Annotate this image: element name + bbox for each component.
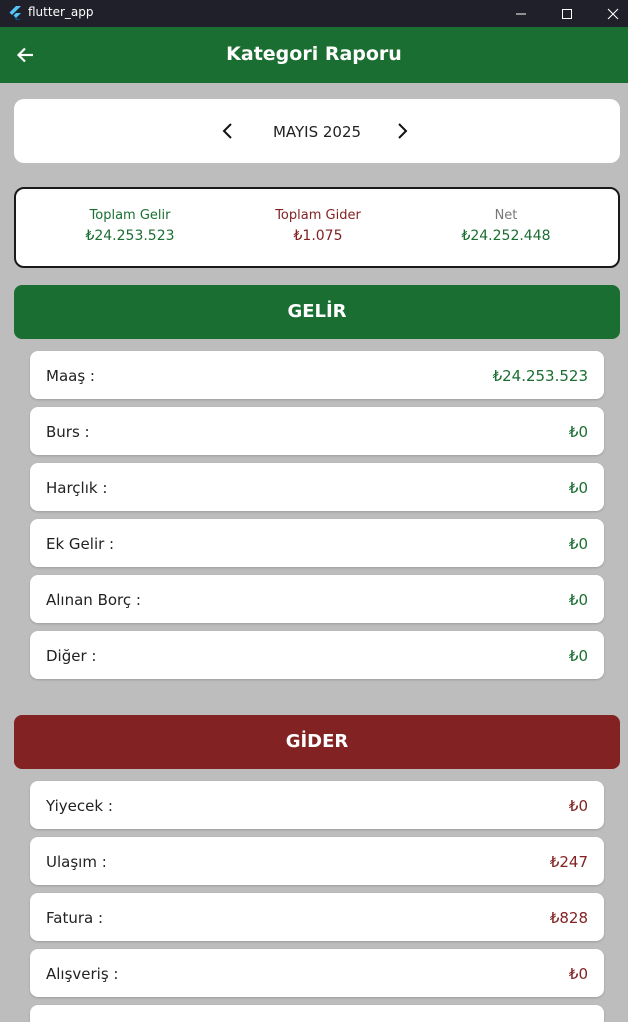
category-label: Alışveriş : (46, 965, 119, 983)
minimize-icon (516, 13, 526, 14)
category-value: ₺0 (568, 423, 588, 441)
category-label: Fatura : (46, 909, 104, 927)
maximize-button[interactable] (544, 0, 590, 27)
window-titlebar: flutter_app (0, 0, 628, 27)
total-expense-value: ₺1.075 (293, 228, 343, 244)
category-label: Alınan Borç : (46, 591, 141, 609)
expense-section-header[interactable]: GİDER (14, 715, 620, 769)
close-icon (607, 8, 619, 19)
category-label: Ek Gelir : (46, 535, 115, 553)
income-row-borrowed[interactable]: Alınan Borç : ₺0 (30, 575, 604, 623)
income-section-header[interactable]: GELİR (14, 285, 620, 339)
category-value: ₺0 (568, 479, 588, 497)
month-label: MAYIS 2025 (272, 123, 362, 141)
flutter-icon (9, 6, 21, 20)
net-value: ₺24.252.448 (461, 228, 551, 244)
total-income-label: Toplam Gelir (89, 208, 171, 223)
category-value: ₺0 (568, 647, 588, 665)
income-row-allowance[interactable]: Harçlık : ₺0 (30, 463, 604, 511)
close-button[interactable] (590, 0, 628, 27)
expense-row-food[interactable]: Yiyecek : ₺0 (30, 781, 604, 829)
category-value: ₺828 (549, 909, 588, 927)
category-value: ₺24.253.523 (492, 367, 588, 385)
category-value: ₺0 (568, 965, 588, 983)
category-label: Yiyecek : (46, 797, 113, 815)
category-value: ₺0 (568, 797, 588, 815)
total-income-value: ₺24.253.523 (85, 228, 175, 244)
maximize-icon (562, 8, 572, 19)
category-value: ₺247 (549, 853, 588, 871)
total-expense: Toplam Gider ₺1.075 (228, 208, 408, 244)
category-label: Ulaşım : (46, 853, 107, 871)
next-month-button[interactable] (388, 117, 416, 145)
category-label: Diğer : (46, 647, 97, 665)
income-row-other[interactable]: Diğer : ₺0 (30, 631, 604, 679)
income-row-salary[interactable]: Maaş : ₺24.253.523 (30, 351, 604, 399)
minimize-button[interactable] (498, 0, 544, 27)
income-row-scholarship[interactable]: Burs : ₺0 (30, 407, 604, 455)
chevron-right-icon (398, 123, 408, 139)
category-label: Harçlık : (46, 479, 108, 497)
total-expense-label: Toplam Gider (275, 208, 361, 223)
page-title: Kategori Raporu (226, 43, 402, 65)
summary-card: Toplam Gelir ₺24.253.523 Toplam Gider ₺1… (14, 187, 620, 268)
expense-row-shopping[interactable]: Alışveriş : ₺0 (30, 949, 604, 997)
window-title: flutter_app (28, 5, 94, 19)
total-income: Toplam Gelir ₺24.253.523 (40, 208, 220, 244)
category-value: ₺0 (568, 535, 588, 553)
net-label: Net (494, 208, 518, 223)
expense-row-bills[interactable]: Fatura : ₺828 (30, 893, 604, 941)
net-total: Net ₺24.252.448 (416, 208, 596, 244)
income-row-extra-income[interactable]: Ek Gelir : ₺0 (30, 519, 604, 567)
category-label: Burs : (46, 423, 90, 441)
month-selector: MAYIS 2025 (14, 99, 620, 163)
expense-row-transport[interactable]: Ulaşım : ₺247 (30, 837, 604, 885)
app-bar: Kategori Raporu (0, 27, 628, 83)
category-label: Maaş : (46, 367, 95, 385)
expense-row-partial[interactable] (30, 1005, 604, 1022)
category-value: ₺0 (568, 591, 588, 609)
